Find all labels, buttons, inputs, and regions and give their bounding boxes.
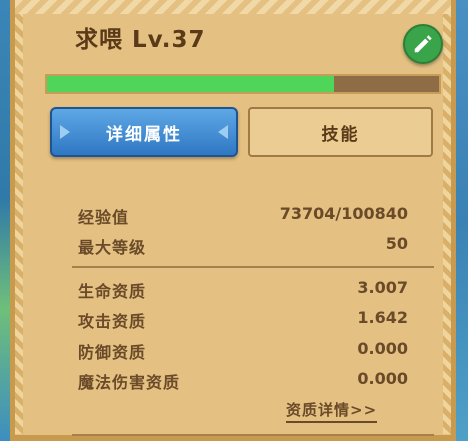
aptitude-value: 0.000 — [357, 339, 408, 358]
tab-skills-label: 技能 — [321, 124, 360, 145]
aptitude-label: 防御资质 — [78, 343, 147, 362]
exp-progress-bar — [45, 74, 441, 94]
aptitude-value: 1.642 — [357, 308, 408, 327]
exp-progress-fill — [47, 76, 334, 92]
aptitude-row-hp: 生命资质 3.007 — [78, 278, 408, 304]
aptitude-label: 生命资质 — [78, 282, 147, 301]
exp-value: 73704/100840 — [279, 204, 408, 223]
tab-details-label: 详细属性 — [106, 124, 182, 145]
pencil-icon — [414, 35, 432, 53]
aptitude-row-attack: 攻击资质 1.642 — [78, 308, 408, 334]
exp-label: 经验值 — [78, 208, 130, 227]
panel-right-border — [443, 14, 451, 434]
background-right-strip — [454, 0, 468, 441]
pet-title: 求喂 Lv.37 — [75, 20, 206, 54]
edit-name-button[interactable] — [403, 24, 443, 64]
aptitude-detail-link[interactable]: 资质详情>> — [286, 399, 378, 423]
aptitude-label: 魔法伤害资质 — [78, 373, 181, 392]
bottom-divider — [72, 434, 434, 436]
max-level-value: 50 — [385, 234, 408, 253]
aptitude-value: 3.007 — [357, 278, 408, 297]
panel-left-border — [15, 14, 23, 434]
aptitude-row-magic: 魔法伤害资质 0.000 — [78, 369, 408, 395]
section-divider — [72, 266, 434, 268]
aptitude-row-defense: 防御资质 0.000 — [78, 339, 408, 365]
pet-level: Lv.37 — [132, 27, 206, 53]
panel-top-border — [15, 0, 451, 14]
aptitude-value: 0.000 — [357, 369, 408, 388]
max-level-label: 最大等级 — [78, 238, 147, 257]
exp-row: 经验值 73704/100840 — [78, 204, 408, 230]
tab-skills[interactable]: 技能 — [248, 107, 433, 157]
max-level-row: 最大等级 50 — [78, 234, 408, 260]
pet-name: 求喂 — [75, 27, 123, 53]
tab-details[interactable]: 详细属性 — [50, 107, 238, 157]
aptitude-label: 攻击资质 — [78, 312, 147, 331]
